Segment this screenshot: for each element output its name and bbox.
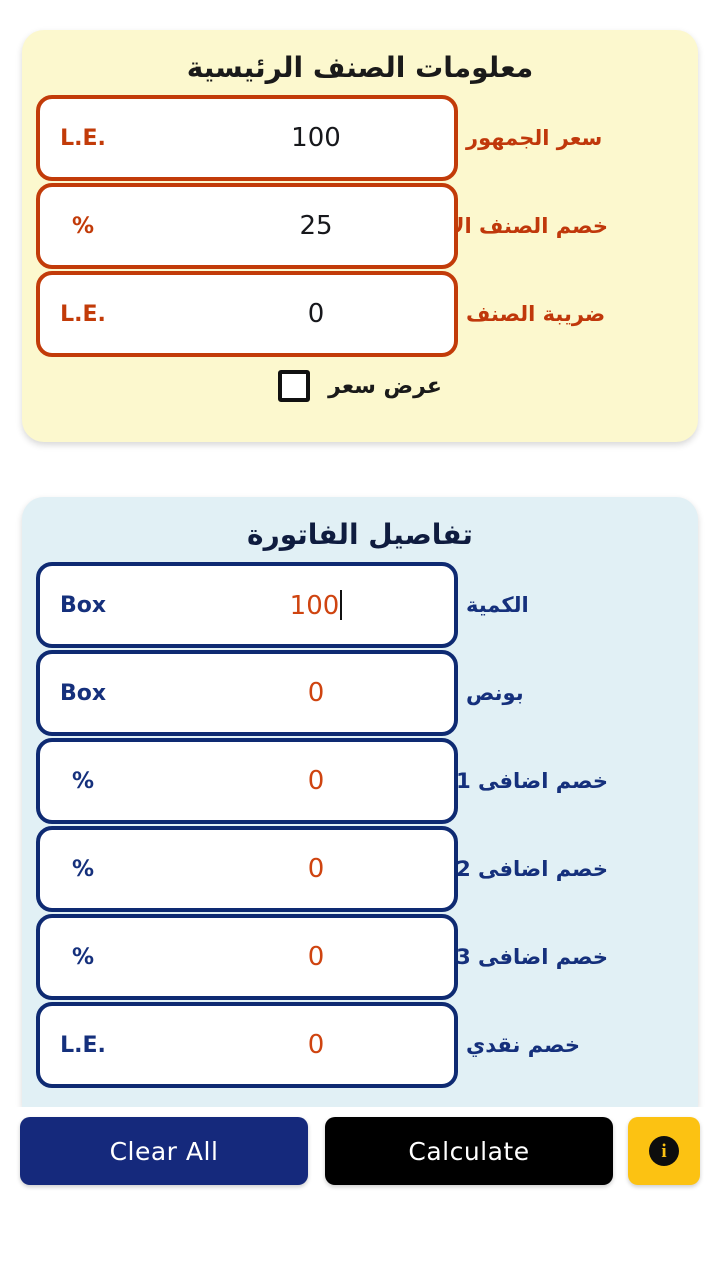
field-row-cash-discount: خصم نقدي 0 L.E. [22,1001,698,1089]
main-card-title: معلومات الصنف الرئيسية [186,51,534,84]
unit-base-discount: % [71,213,95,239]
bottom-action-bar: Clear All Calculate i [0,1107,720,1280]
field-row-quantity: الكمية 100 Box [22,561,698,649]
input-extra-discount-2[interactable]: 0 % [36,826,458,913]
field-row-bonus: بونص 0 Box [22,649,698,737]
value-extra-discount-1[interactable]: 0 [126,766,454,796]
field-row-extra-discount-3: خصم اضافى 3 0 % [22,913,698,1001]
quote-checkbox-label: عرض سعر [328,373,442,399]
input-item-tax[interactable]: 0 L.E. [36,271,458,358]
info-icon: i [649,1136,679,1166]
app-scroll-region[interactable]: معلومات الصنف الرئيسية سعر الجمهور 100 L… [0,0,720,1107]
label-item-tax: ضريبة الصنف [466,302,606,327]
value-item-tax[interactable]: 0 [126,299,454,329]
value-quantity[interactable]: 100 [126,589,454,621]
value-bonus[interactable]: 0 [126,678,454,708]
input-quantity[interactable]: 100 Box [36,562,458,649]
field-row-extra-discount-1: خصم اضافى 1 0 % [22,737,698,825]
unit-item-tax: L.E. [60,301,106,327]
label-cash-discount: خصم نقدي [466,1033,580,1058]
field-row-base-discount: خصم الصنف الاساسي 25 % [22,182,698,270]
unit-quantity: Box [59,592,107,618]
label-public-price: سعر الجمهور [466,126,603,151]
calculate-button[interactable]: Calculate [325,1117,613,1185]
label-base-discount: خصم الصنف الاساسي [378,214,608,239]
value-public-price[interactable]: 100 [126,123,454,153]
value-quantity-text: 100 [289,590,340,621]
quote-checkbox-row[interactable]: عرض سعر [22,370,698,403]
label-extra-discount-2: خصم اضافى 2 [456,857,608,882]
value-base-discount[interactable]: 25 [126,211,454,241]
unit-extra-discount-2: % [71,856,95,882]
field-row-item-tax: ضريبة الصنف 0 L.E. [22,270,698,358]
unit-extra-discount-1: % [71,768,95,794]
input-cash-discount[interactable]: 0 L.E. [36,1002,458,1089]
invoice-card-title: تفاصيل الفاتورة [247,518,473,551]
info-button[interactable]: i [628,1117,700,1185]
input-extra-discount-3[interactable]: 0 % [36,914,458,1001]
value-extra-discount-2[interactable]: 0 [126,854,454,884]
unit-public-price: L.E. [60,125,106,151]
text-caret [340,589,343,620]
main-card-fields: سعر الجمهور 100 L.E. خصم الصنف الاساسي 2… [22,94,698,358]
input-bonus[interactable]: 0 Box [36,650,458,737]
input-public-price[interactable]: 100 L.E. [36,95,458,182]
unit-extra-discount-3: % [71,944,95,970]
input-extra-discount-1[interactable]: 0 % [36,738,458,825]
field-row-extra-discount-2: خصم اضافى 2 0 % [22,825,698,913]
quote-checkbox[interactable] [278,370,311,403]
invoice-details-card: تفاصيل الفاتورة الكمية 100 Box بونص 0 Bo… [22,497,698,1107]
value-extra-discount-3[interactable]: 0 [126,942,454,972]
main-item-info-card: معلومات الصنف الرئيسية سعر الجمهور 100 L… [22,30,698,442]
invoice-card-fields: الكمية 100 Box بونص 0 Box خصم اضافى 1 0 … [22,561,698,1089]
label-extra-discount-1: خصم اضافى 1 [456,769,608,794]
label-bonus: بونص [466,681,524,706]
label-quantity: الكمية [466,593,529,618]
input-base-discount[interactable]: 25 % [36,183,458,270]
field-row-public-price: سعر الجمهور 100 L.E. [22,94,698,182]
unit-bonus: Box [59,680,107,706]
clear-all-button[interactable]: Clear All [20,1117,308,1185]
unit-cash-discount: L.E. [60,1032,106,1058]
label-extra-discount-3: خصم اضافى 3 [456,945,608,970]
value-cash-discount[interactable]: 0 [126,1030,454,1060]
